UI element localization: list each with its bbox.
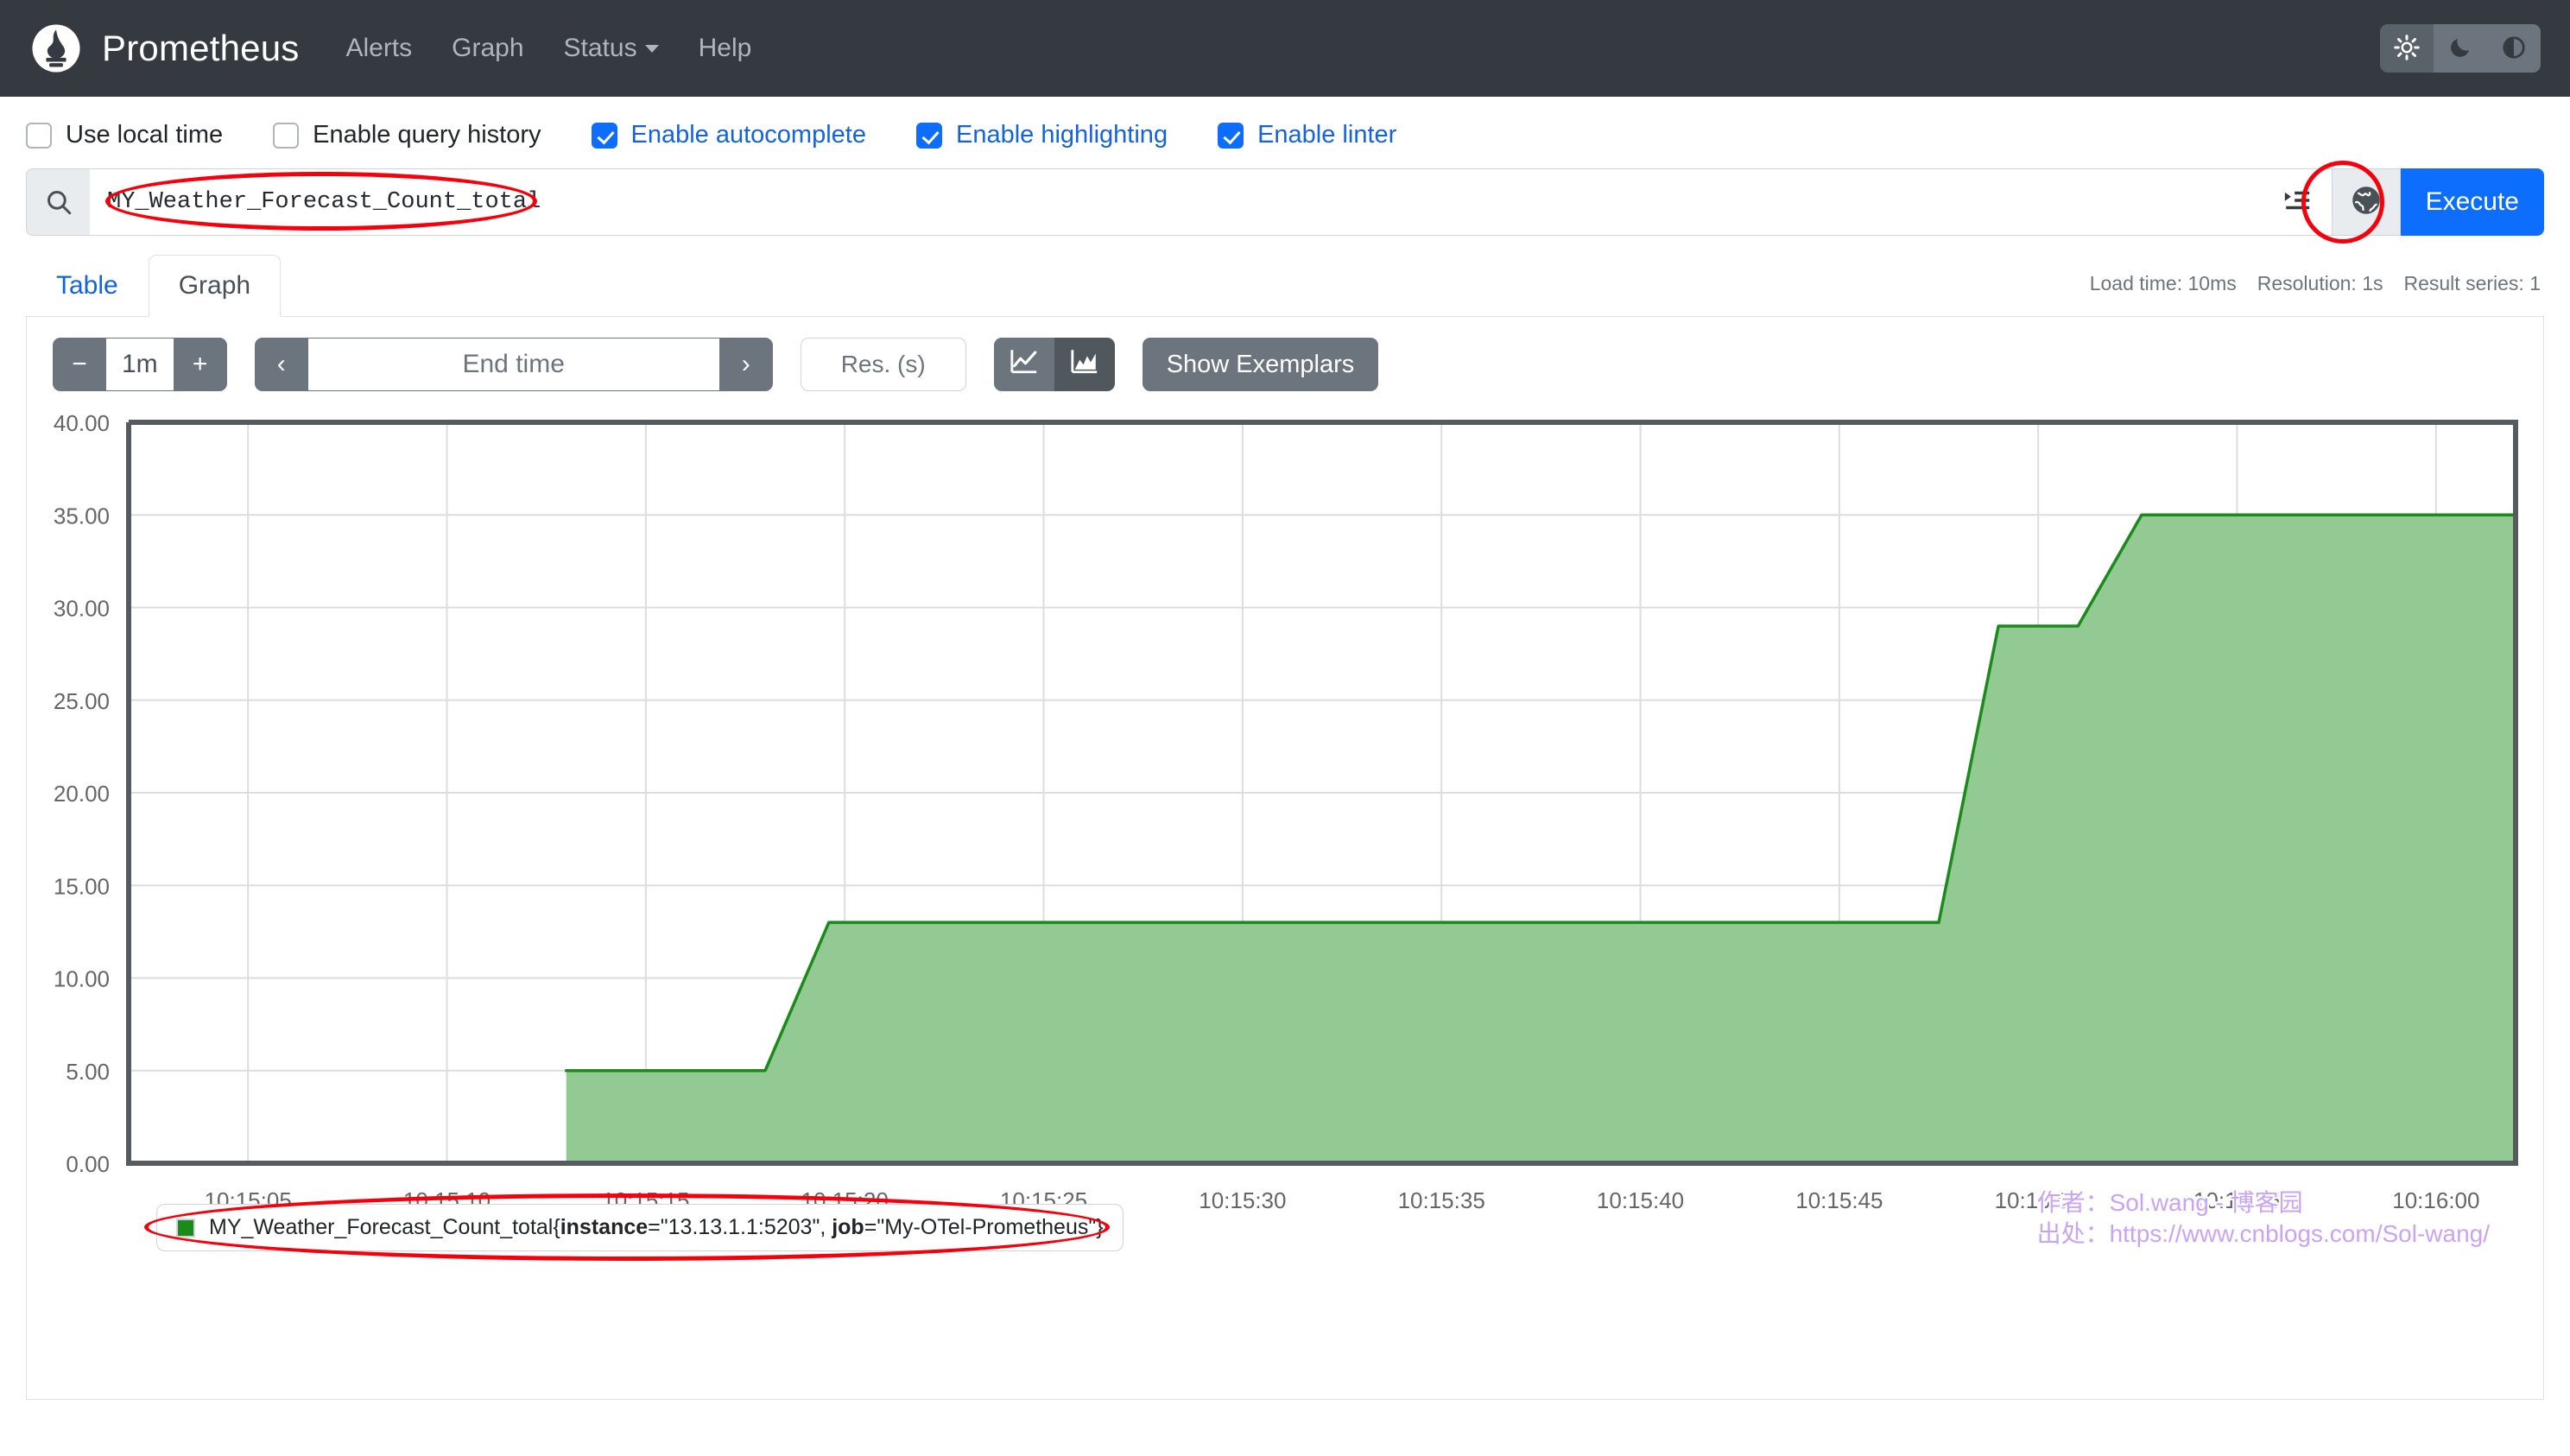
execute-button[interactable]: Execute bbox=[2400, 168, 2544, 236]
result-tabs: Table Graph Load time: 10ms Resolution: … bbox=[26, 255, 2544, 317]
sun-icon bbox=[2394, 34, 2420, 63]
legend-label-key-instance: instance bbox=[560, 1215, 649, 1239]
query-status: Load time: 10ms Resolution: 1s Result se… bbox=[2090, 272, 2541, 295]
legend-color-swatch bbox=[176, 1218, 195, 1238]
moon-icon bbox=[2447, 35, 2473, 63]
nav-links: Alerts Graph Status Help bbox=[345, 34, 751, 63]
x-axis-tick-label: 10:15:30 bbox=[1199, 1187, 1286, 1213]
nav-link-help-label: Help bbox=[698, 34, 752, 62]
globe-button[interactable] bbox=[2331, 168, 2401, 236]
query-options-row: Use local time Enable query history Enab… bbox=[0, 97, 2570, 168]
range-stepper: − 1m + bbox=[53, 338, 227, 391]
globe-icon bbox=[2351, 185, 2382, 220]
y-axis-tick-label: 30.00 bbox=[54, 596, 110, 622]
y-axis-tick-label: 25.00 bbox=[54, 688, 110, 714]
checkbox-enable-highlighting[interactable] bbox=[915, 122, 942, 149]
checkbox-enable-query-history[interactable] bbox=[273, 122, 300, 149]
option-label: Enable highlighting bbox=[955, 121, 1168, 149]
nav-link-status[interactable]: Status bbox=[564, 34, 659, 63]
theme-toggle-group bbox=[2380, 24, 2541, 73]
option-enable-query-history[interactable]: Enable query history bbox=[273, 121, 541, 149]
y-axis-tick-label: 40.00 bbox=[54, 412, 110, 436]
nav-link-status-label: Status bbox=[563, 34, 637, 62]
nav-link-alerts[interactable]: Alerts bbox=[345, 34, 412, 63]
nav-link-help[interactable]: Help bbox=[699, 34, 752, 63]
prometheus-torch-logo-icon bbox=[31, 23, 81, 73]
option-use-local-time[interactable]: Use local time bbox=[26, 121, 223, 149]
dark-theme-button[interactable] bbox=[2434, 24, 2487, 73]
resolution-status: Resolution: 1s bbox=[2257, 272, 2383, 294]
x-axis-tick-label: 10:15:45 bbox=[1795, 1187, 1883, 1213]
tab-table[interactable]: Table bbox=[26, 255, 149, 317]
line-chart-icon bbox=[1010, 346, 1039, 383]
nav-link-graph[interactable]: Graph bbox=[452, 34, 523, 63]
checkbox-enable-linter[interactable] bbox=[1218, 122, 1244, 149]
y-axis-tick-label: 10.00 bbox=[54, 966, 110, 992]
y-axis-tick-label: 5.00 bbox=[66, 1059, 110, 1085]
option-label: Enable autocomplete bbox=[630, 121, 866, 149]
stacked-chart-button[interactable] bbox=[1054, 338, 1115, 391]
load-time-status: Load time: 10ms bbox=[2089, 272, 2237, 294]
checkbox-enable-autocomplete[interactable] bbox=[591, 122, 617, 149]
auto-theme-button[interactable] bbox=[2487, 24, 2541, 73]
checkbox-use-local-time[interactable] bbox=[26, 122, 52, 149]
option-label: Enable linter bbox=[1257, 121, 1397, 149]
area-chart-icon bbox=[1070, 346, 1099, 383]
x-axis-tick-label: 10:15:35 bbox=[1398, 1187, 1485, 1213]
next-time-button[interactable]: › bbox=[718, 338, 773, 391]
y-axis-tick-label: 35.00 bbox=[54, 503, 110, 529]
end-time-navigator: ‹ End time › bbox=[254, 338, 773, 391]
range-input[interactable]: 1m bbox=[106, 338, 174, 391]
graph-chart[interactable]: 0.00 5.00 10.00 15.00 20.00 25.00 30.00 35.00 40… bbox=[27, 412, 2543, 1284]
brand-block[interactable]: Prometheus bbox=[31, 23, 299, 73]
chart-type-toggle bbox=[993, 338, 1115, 391]
query-bar: MY_Weather_Forecast_Count_total Execute bbox=[26, 161, 2544, 244]
chart-legend: MY_Weather_Forecast_Count_total{instance… bbox=[144, 1193, 1124, 1261]
previous-time-button[interactable]: ‹ bbox=[254, 338, 308, 391]
brand-title: Prometheus bbox=[102, 28, 300, 68]
x-axis-tick-label: 10:15:50 bbox=[1995, 1187, 2082, 1213]
option-enable-highlighting[interactable]: Enable highlighting bbox=[915, 121, 1168, 149]
chart-area[interactable]: 0.00 5.00 10.00 15.00 20.00 25.00 30.00 35.00 40… bbox=[27, 412, 2543, 1284]
line-chart-button[interactable] bbox=[993, 338, 1054, 391]
option-enable-linter[interactable]: Enable linter bbox=[1218, 121, 1396, 149]
legend-metric-name: MY_Weather_Forecast_Count_total{ bbox=[209, 1215, 560, 1239]
metrics-explorer-button[interactable] bbox=[2262, 168, 2332, 236]
search-icon bbox=[26, 168, 90, 236]
x-axis-tick-label: 10:15:55 bbox=[2193, 1187, 2281, 1213]
nav-link-graph-label: Graph bbox=[452, 34, 524, 62]
option-enable-autocomplete[interactable]: Enable autocomplete bbox=[591, 121, 866, 149]
tab-graph[interactable]: Graph bbox=[148, 255, 282, 317]
option-label: Use local time bbox=[66, 121, 224, 149]
x-axis-tick-label: 10:16:00 bbox=[2392, 1187, 2479, 1213]
light-theme-button[interactable] bbox=[2380, 24, 2434, 73]
end-time-input[interactable]: End time bbox=[307, 338, 719, 391]
y-axis-tick-label: 15.00 bbox=[54, 873, 110, 899]
graph-panel: − 1m + ‹ End time › Res. (s) Show Exempl… bbox=[26, 317, 2544, 1400]
graph-toolbar: − 1m + ‹ End time › Res. (s) Show Exempl… bbox=[27, 317, 2543, 407]
list-indent-icon bbox=[2282, 186, 2312, 219]
increase-range-button[interactable]: + bbox=[173, 338, 227, 391]
show-exemplars-button[interactable]: Show Exemplars bbox=[1142, 338, 1379, 391]
legend-label-value-instance: ="13.13.1.1:5203", bbox=[648, 1215, 832, 1239]
nav-link-alerts-label: Alerts bbox=[345, 34, 413, 62]
decrease-range-button[interactable]: − bbox=[53, 338, 106, 391]
navbar: Prometheus Alerts Graph Status Help bbox=[0, 0, 2570, 97]
legend-item[interactable]: MY_Weather_Forecast_Count_total{instance… bbox=[156, 1204, 1124, 1251]
legend-label: MY_Weather_Forecast_Count_total{instance… bbox=[209, 1215, 1104, 1240]
x-axis-tick-label: 10:15:40 bbox=[1597, 1187, 1684, 1213]
legend-label-value-job: ="My-OTel-Prometheus"} bbox=[864, 1215, 1104, 1239]
y-axis-tick-label: 20.00 bbox=[54, 781, 110, 807]
half-circle-icon bbox=[2501, 35, 2527, 63]
series-area bbox=[566, 515, 2516, 1163]
option-label: Enable query history bbox=[313, 121, 541, 149]
resolution-input[interactable]: Res. (s) bbox=[800, 338, 966, 391]
query-input[interactable]: MY_Weather_Forecast_Count_total bbox=[90, 168, 2263, 236]
legend-label-key-job: job bbox=[832, 1215, 864, 1239]
chevron-down-icon bbox=[644, 44, 659, 53]
result-series-status: Result series: 1 bbox=[2403, 272, 2541, 294]
y-axis-tick-label: 0.00 bbox=[66, 1151, 110, 1177]
